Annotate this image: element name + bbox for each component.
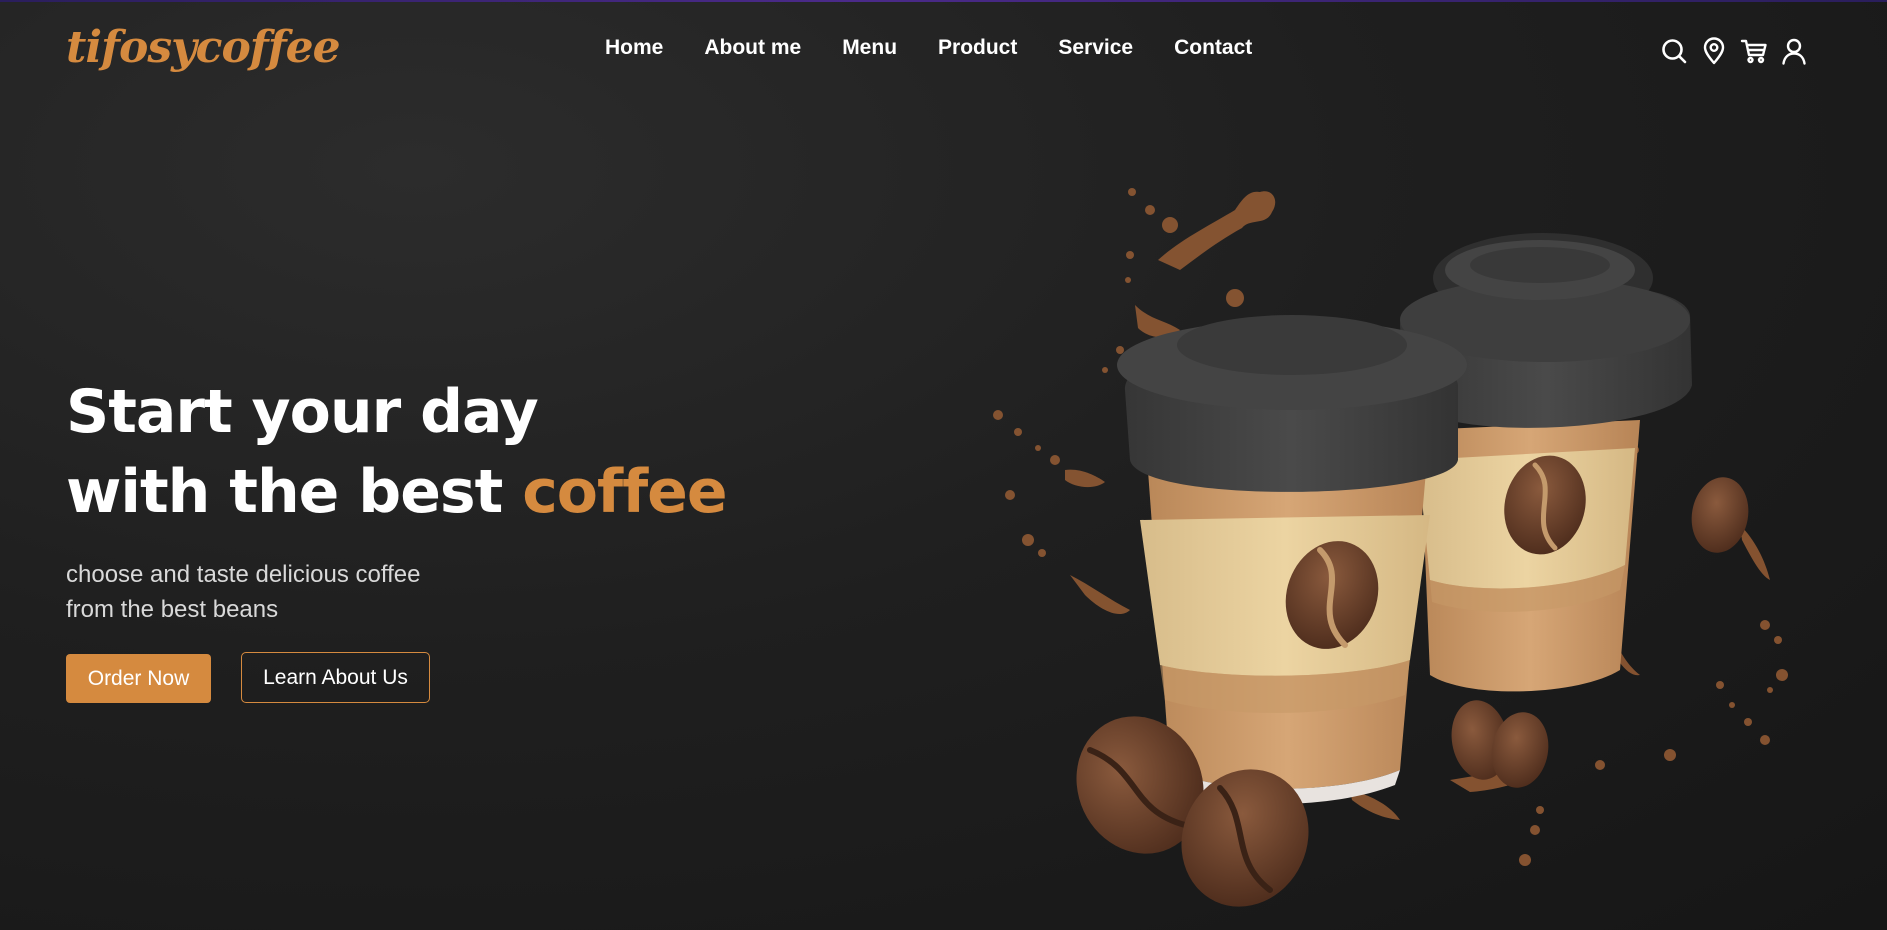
coffee-cups-illustration: [993, 188, 1788, 907]
nav-item-service[interactable]: Service: [1058, 36, 1133, 60]
location-pin-icon[interactable]: [1700, 37, 1728, 65]
hero-title-line-1: Start your day: [66, 377, 539, 447]
main-nav: Home About me Menu Product Service Conta…: [605, 36, 1252, 60]
hero-title: Start your day with the best coffee: [66, 372, 728, 532]
cart-icon[interactable]: [1740, 37, 1768, 65]
search-icon[interactable]: [1660, 37, 1688, 65]
user-icon[interactable]: [1780, 37, 1808, 65]
order-now-button[interactable]: Order Now: [66, 654, 211, 703]
hero-subtitle-line-2: from the best beans: [66, 596, 279, 623]
nav-item-contact[interactable]: Contact: [1174, 36, 1252, 60]
hero-title-line-2: with the best: [66, 457, 523, 527]
hero-title-accent-word: coffee: [522, 457, 727, 527]
nav-item-home[interactable]: Home: [605, 36, 663, 60]
hero-subtitle-line-1: choose and taste delicious coffee: [66, 561, 421, 588]
learn-about-us-button[interactable]: Learn About Us: [241, 652, 430, 703]
header-icons: [1660, 37, 1808, 65]
nav-item-about-me[interactable]: About me: [704, 36, 801, 60]
page: tifosycoffee Home About me Menu Product …: [0, 0, 1887, 930]
top-accent-line: [0, 0, 1887, 2]
nav-item-menu[interactable]: Menu: [842, 36, 897, 60]
hero-subtitle: choose and taste delicious coffee from t…: [66, 557, 420, 627]
brand-logo[interactable]: tifosycoffee: [66, 18, 341, 78]
nav-item-product[interactable]: Product: [938, 36, 1017, 60]
